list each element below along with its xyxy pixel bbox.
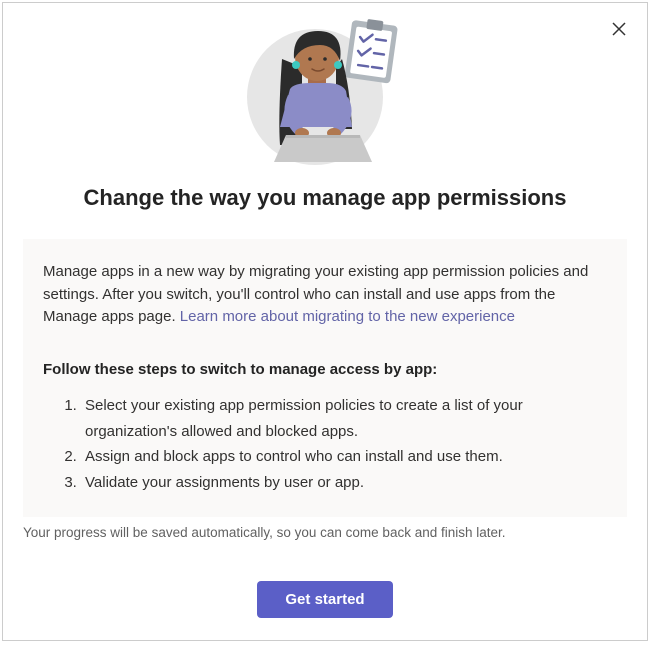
intro-paragraph: Manage apps in a new way by migrating yo… [43,261,607,329]
illustration-container [3,3,647,167]
person-clipboard-illustration [230,17,420,167]
dialog-footer: Get started [3,540,647,640]
steps-list: Select your existing app permission poli… [43,393,607,495]
steps-heading: Follow these steps to switch to manage a… [43,359,607,382]
list-item: Assign and block apps to control who can… [81,444,607,470]
learn-more-link[interactable]: Learn more about migrating to the new ex… [180,308,515,325]
list-item: Validate your assignments by user or app… [81,470,607,496]
close-icon [612,22,626,36]
dialog-title: Change the way you manage app permission… [3,185,647,211]
list-item: Select your existing app permission poli… [81,393,607,444]
close-button[interactable] [609,19,629,39]
get-started-button[interactable]: Get started [257,581,392,618]
migration-dialog: Change the way you manage app permission… [2,2,648,641]
progress-note: Your progress will be saved automaticall… [23,525,627,540]
content-panel: Manage apps in a new way by migrating yo… [23,239,627,517]
